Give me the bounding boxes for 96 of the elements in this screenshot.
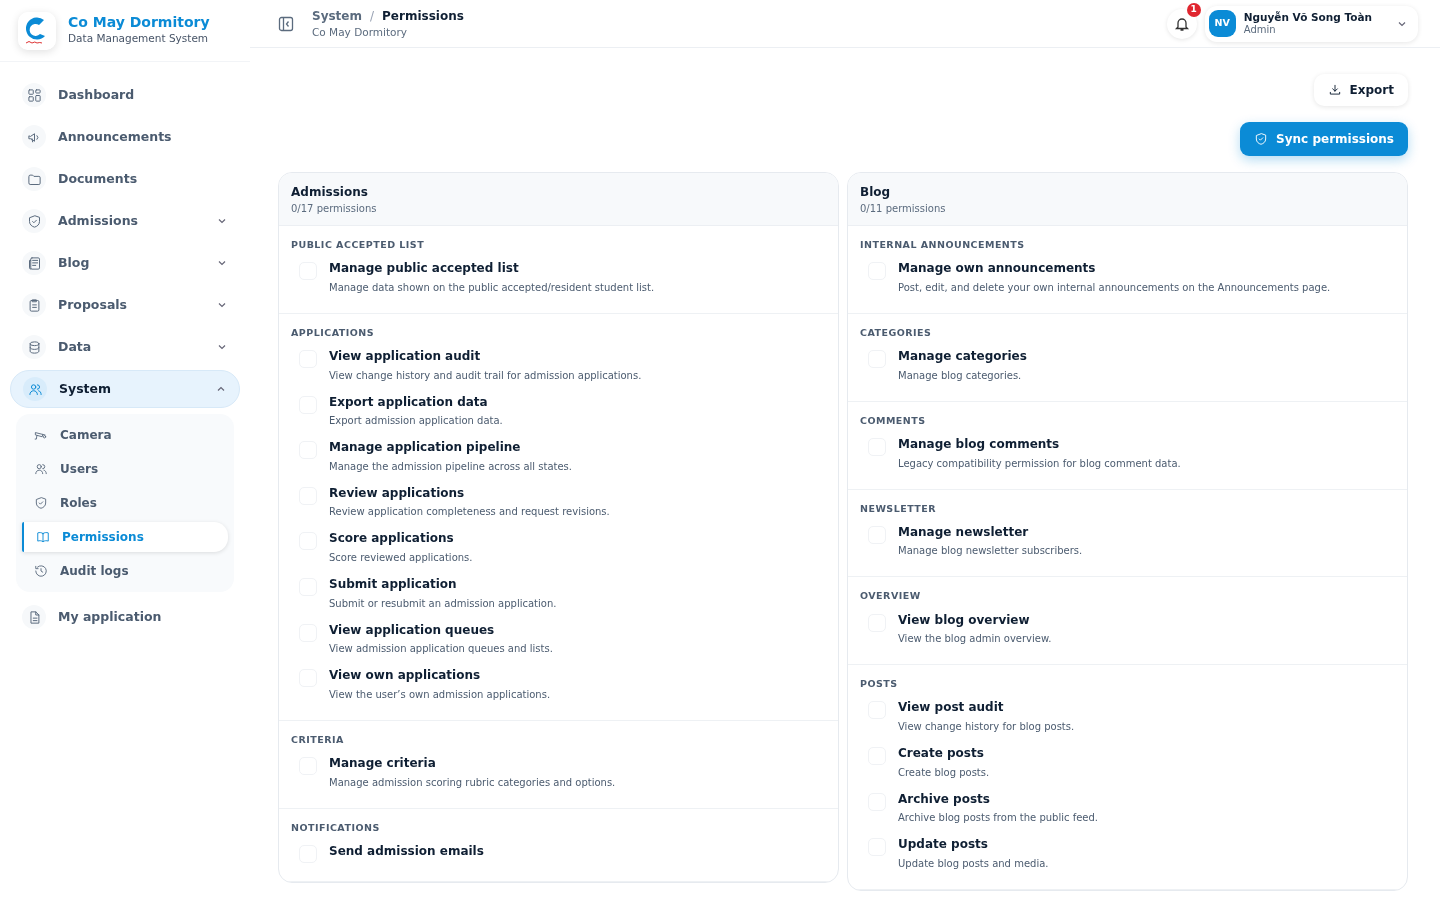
- shield-check-icon: [26, 213, 42, 229]
- breadcrumb-current: Permissions: [382, 7, 464, 25]
- submenu-item[interactable]: Users: [22, 454, 228, 484]
- permission-description: Archive blog posts from the public feed.: [898, 811, 1098, 826]
- permission-name: Manage application pipeline: [329, 440, 522, 456]
- permission-description: Score reviewed applications.: [329, 551, 473, 566]
- shield-check-icon: [1254, 132, 1269, 146]
- bell-icon: [1173, 15, 1190, 32]
- permission-name: Manage blog comments: [898, 436, 1061, 453]
- sidebar-item[interactable]: Data: [10, 328, 240, 366]
- permission-name: Submit application: [329, 577, 458, 593]
- permission-description: View the blog admin overview.: [898, 632, 1052, 647]
- section-title: NEWSLETTER: [860, 501, 938, 516]
- permission-description: Manage blog newsletter subscribers.: [898, 544, 1083, 559]
- export-button[interactable]: Export: [1313, 74, 1408, 106]
- permission-description: Manage admission scoring rubric categories and options.: [329, 775, 616, 790]
- permission-description: View change history for blog posts.: [898, 720, 1075, 735]
- group-title: Admissions: [291, 184, 369, 201]
- section-title: APPLICATIONS: [291, 325, 376, 340]
- permission-name: Update posts: [898, 837, 989, 853]
- sidebar-item[interactable]: Documents: [10, 160, 240, 198]
- permission-name: Review applications: [329, 485, 466, 502]
- permission-name: View post audit: [898, 700, 1005, 717]
- sidebar-item[interactable]: Announcements: [10, 118, 240, 156]
- permission-name: View own applications: [329, 668, 482, 684]
- brand-subtitle: Data Management System: [68, 31, 210, 46]
- permission-count: 0/11 permissions: [860, 202, 947, 216]
- page-subtitle: Co May Dormitory: [312, 24, 408, 40]
- permission-description: Update blog posts and media.: [898, 856, 1049, 871]
- section-title: PUBLIC ACCEPTED LIST: [291, 238, 426, 252]
- permission-description: Manage blog categories.: [898, 368, 1023, 383]
- permission-count: 0/17 permissions: [291, 202, 378, 216]
- sidebar-item[interactable]: Proposals: [10, 286, 240, 324]
- permission-description: Manage the admission pipeline across all states.: [329, 459, 572, 474]
- permission-description: Review application completeness and request revisions.: [329, 505, 610, 520]
- sidebar-item[interactable]: System: [10, 370, 240, 408]
- notification-count: 1: [1186, 2, 1201, 17]
- permission-name: Manage public accepted list: [329, 261, 520, 277]
- permission-description: View the user’s own admission applications.: [329, 687, 551, 702]
- sidebar-item[interactable]: My application: [10, 598, 240, 636]
- permission-description: Legacy compatibility permission for blog comment data.: [898, 456, 1181, 471]
- group-title: Blog: [860, 184, 892, 201]
- permission-description: Manage data shown on the public accepted/resident student list.: [329, 280, 655, 295]
- logo: [18, 11, 56, 50]
- section-title: INTERNAL ANNOUNCEMENTS: [860, 238, 1026, 252]
- permission-description: Submit or resubmit an admission application.: [329, 596, 557, 611]
- submenu-item[interactable]: Audit logs: [22, 556, 228, 586]
- user-role: Admin: [1243, 23, 1277, 36]
- section-title: COMMENTS: [860, 413, 927, 428]
- breadcrumb-link[interactable]: System: [312, 6, 362, 25]
- sync-permissions-button[interactable]: Sync permissions: [1240, 122, 1408, 156]
- section-title: CATEGORIES: [860, 325, 933, 340]
- sidebar-item[interactable]: Blog: [10, 244, 240, 282]
- sidebar-toggle-icon[interactable]: [278, 15, 294, 32]
- permission-name: Manage own announcements: [898, 261, 1097, 277]
- permission-name: View application queues: [329, 622, 496, 639]
- permission-name: Send admission emails: [329, 843, 484, 860]
- permission-name: Score applications: [329, 531, 455, 548]
- section-title: POSTS: [860, 677, 899, 692]
- brand-title: Co May Dormitory: [68, 14, 210, 31]
- permission-name: Manage categories: [898, 349, 1027, 365]
- sidebar-item[interactable]: Admissions: [10, 202, 240, 240]
- permission-name: Archive posts: [898, 791, 991, 808]
- permission-name: Manage newsletter: [898, 524, 1030, 541]
- history-icon: [34, 564, 48, 578]
- user-menu[interactable]: NV Nguyễn Võ Song Toàn Admin: [1204, 5, 1418, 42]
- section-title: NOTIFICATIONS: [291, 820, 381, 835]
- permission-name: Export application data: [329, 394, 489, 411]
- submenu-item[interactable]: Camera: [22, 420, 228, 450]
- database-icon: [26, 339, 42, 355]
- users-icon: [27, 381, 43, 397]
- user-name: Nguyễn Võ Song Toàn: [1243, 11, 1372, 24]
- download-icon: [1327, 83, 1342, 97]
- permission-name: Create posts: [898, 746, 985, 762]
- permission-description: Create blog posts.: [898, 765, 990, 780]
- permission-name: View application audit: [329, 349, 482, 365]
- user-avatar: NV: [1208, 10, 1236, 37]
- section-title: OVERVIEW: [860, 589, 922, 604]
- permission-description: Export admission application data.: [329, 414, 503, 429]
- dashboard-grid-icon: [26, 87, 42, 103]
- permission-name: View blog overview: [898, 612, 1031, 629]
- permission-description: View admission application queues and lists.: [329, 642, 553, 657]
- submenu-item[interactable]: Roles: [22, 488, 228, 518]
- breadcrumb-separator: /: [370, 7, 375, 25]
- shield-check-icon: [34, 496, 48, 510]
- users-icon: [34, 462, 48, 476]
- permission-description: View change history and audit trail for admission applications.: [329, 368, 642, 383]
- section-title: CRITERIA: [291, 732, 345, 747]
- permission-name: Manage criteria: [329, 756, 437, 772]
- newspaper-icon: [26, 255, 42, 271]
- sidebar-item[interactable]: Dashboard: [10, 76, 240, 114]
- submenu-item[interactable]: Permissions: [22, 522, 228, 552]
- book-icon: [36, 530, 50, 544]
- folder-icon: [26, 171, 42, 187]
- permission-description: Post, edit, and delete your own internal announcements on the Announcements page.: [898, 280, 1331, 295]
- clipboard-icon: [26, 297, 42, 313]
